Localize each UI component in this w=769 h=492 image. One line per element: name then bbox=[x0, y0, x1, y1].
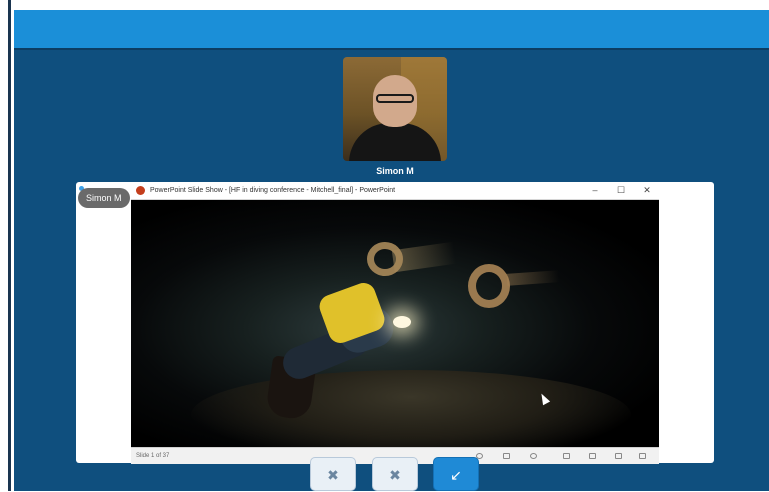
slideshow-view-icon[interactable] bbox=[639, 453, 646, 459]
slide-seabed bbox=[191, 370, 631, 447]
share-screen-button[interactable]: ↙ bbox=[433, 457, 479, 491]
next-slide-icon[interactable] bbox=[530, 453, 537, 459]
slide-jellyfish-right bbox=[468, 264, 510, 308]
top-bar-divider bbox=[14, 48, 769, 50]
participant-video-tile[interactable] bbox=[343, 57, 447, 161]
microphone-off-icon: ✖ bbox=[327, 467, 339, 483]
slide-image-diver[interactable] bbox=[131, 200, 659, 447]
slide-diver-torch bbox=[393, 316, 411, 328]
powerpoint-window: PowerPoint Slide Show - [HF in diving co… bbox=[131, 182, 659, 464]
video-off-icon: ✖ bbox=[389, 467, 401, 483]
slide-sorter-icon[interactable] bbox=[589, 453, 596, 459]
pen-tool-icon[interactable] bbox=[503, 453, 510, 459]
slide-jellyfish-trail-right bbox=[506, 270, 560, 286]
left-window-edge bbox=[8, 0, 11, 491]
powerpoint-icon bbox=[136, 186, 145, 195]
normal-view-icon[interactable] bbox=[563, 453, 570, 459]
left-strip bbox=[0, 0, 14, 491]
top-bar bbox=[14, 10, 769, 48]
maximize-button[interactable]: ☐ bbox=[607, 182, 635, 199]
mute-microphone-button[interactable]: ✖ bbox=[310, 457, 356, 491]
minimize-button[interactable]: – bbox=[581, 182, 609, 199]
participant-glasses bbox=[376, 94, 414, 103]
slide-counter: Slide 1 of 37 bbox=[136, 453, 170, 459]
powerpoint-window-title: PowerPoint Slide Show - [HF in diving co… bbox=[150, 187, 396, 194]
stop-video-button[interactable]: ✖ bbox=[372, 457, 418, 491]
meeting-stage: Simon M Simon M PowerPoint Slide Show - … bbox=[14, 10, 769, 491]
slide-jellyfish-left bbox=[367, 242, 403, 276]
powerpoint-titlebar: PowerPoint Slide Show - [HF in diving co… bbox=[131, 182, 659, 200]
reading-view-icon[interactable] bbox=[615, 453, 622, 459]
share-arrow-icon: ↙ bbox=[450, 467, 462, 483]
presenter-name-chip: Simon M bbox=[78, 188, 130, 208]
participant-name: Simon M bbox=[376, 166, 414, 176]
close-button[interactable]: ✕ bbox=[633, 182, 661, 199]
